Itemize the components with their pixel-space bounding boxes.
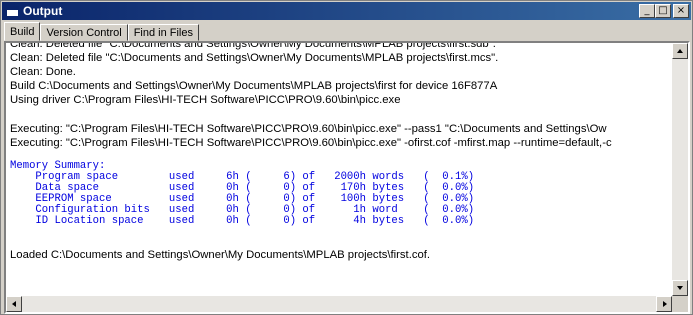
output-line-loaded: Loaded C:\Documents and Settings\Owner\M… [10,249,431,261]
size-grip[interactable] [672,296,688,312]
output-text-area[interactable]: Clean: Deleted file "C:\Documents and Se… [6,43,672,296]
arrow-left-icon [12,301,16,307]
tab-version-control[interactable]: Version Control [40,24,128,41]
scroll-right-button[interactable] [656,296,672,312]
close-button[interactable]: × [673,4,689,18]
minimize-button[interactable]: _ [639,4,655,18]
title-bar[interactable]: Output _ □ × [2,2,691,20]
output-line: Clean: Deleted file "C:\Documents and Se… [10,52,499,64]
arrow-right-icon [663,301,667,307]
output-window: Output _ □ × Build Version Control Find … [0,0,693,315]
scroll-up-button[interactable] [672,43,688,59]
window-icon [6,5,19,17]
maximize-button[interactable]: □ [655,4,671,18]
scroll-left-button[interactable] [6,296,22,312]
output-line: Clean: Done. [10,66,76,78]
output-pane: Clean: Deleted file "C:\Documents and Se… [4,41,690,314]
tab-bar: Build Version Control Find in Files [4,22,199,41]
arrow-down-icon [677,286,683,290]
memory-summary-row: ID Location space used 0h ( 0) of 4h byt… [10,215,475,227]
tab-build[interactable]: Build [4,22,41,41]
output-line: Executing: "C:\Program Files\HI-TECH Sof… [10,123,607,135]
vertical-scrollbar[interactable] [672,43,688,296]
scroll-down-button[interactable] [672,280,688,296]
horizontal-scrollbar[interactable] [6,296,672,312]
window-controls: _ □ × [639,4,689,18]
output-line: Clean: Deleted file "C:\Documents and Se… [10,43,496,50]
tab-find-in-files[interactable]: Find in Files [127,24,199,41]
output-line: Executing: "C:\Program Files\HI-TECH Sof… [10,137,612,149]
arrow-up-icon [677,49,683,53]
output-line: Using driver C:\Program Files\HI-TECH So… [10,94,401,106]
window-title: Output [23,4,63,18]
output-line: Build C:\Documents and Settings\Owner\My… [10,80,498,92]
